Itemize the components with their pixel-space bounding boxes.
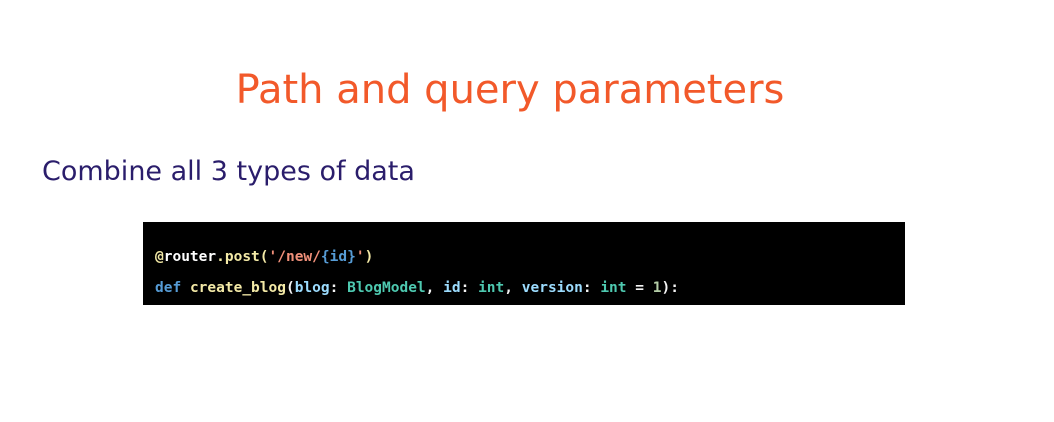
- code-token-type-blogmodel: BlogModel: [347, 280, 426, 296]
- code-token-end: ):: [661, 280, 679, 296]
- code-token-equals: =: [626, 280, 653, 296]
- code-line-def: def create_blog(blog: BlogModel, id: int…: [155, 273, 905, 304]
- code-token-post: .post(: [216, 249, 269, 265]
- code-token-path-param: {id}: [320, 249, 356, 265]
- code-token-at: @: [155, 249, 164, 265]
- slide-subtitle: Combine all 3 types of data: [42, 156, 415, 187]
- code-token-colon: :: [460, 280, 479, 296]
- code-token-quote-close: ': [355, 249, 365, 265]
- code-token-def: def: [155, 280, 182, 296]
- code-token-colon: :: [582, 280, 601, 296]
- code-token-comma: ,: [425, 280, 444, 296]
- code-token-param-blog: blog: [294, 280, 330, 296]
- code-token-paren-open: (: [285, 280, 295, 296]
- code-token-path-string: '/new/: [268, 249, 321, 265]
- code-token-colon: :: [329, 280, 348, 296]
- code-token-type-int: int: [600, 280, 627, 296]
- code-token-func-name: create_blog: [189, 280, 286, 296]
- code-token-param-version: version: [521, 280, 583, 296]
- code-token-paren-close: ): [364, 249, 374, 265]
- code-line-decorator: @router.post('/new/{id}'): [155, 242, 905, 273]
- code-token-type-int: int: [478, 280, 505, 296]
- code-token-comma: ,: [504, 280, 522, 296]
- slide-title: Path and query parameters: [235, 67, 785, 113]
- code-token-router: router: [163, 249, 217, 265]
- code-token-param-id: id: [443, 280, 461, 296]
- code-block: @router.post('/new/{id}') def create_blo…: [143, 222, 905, 305]
